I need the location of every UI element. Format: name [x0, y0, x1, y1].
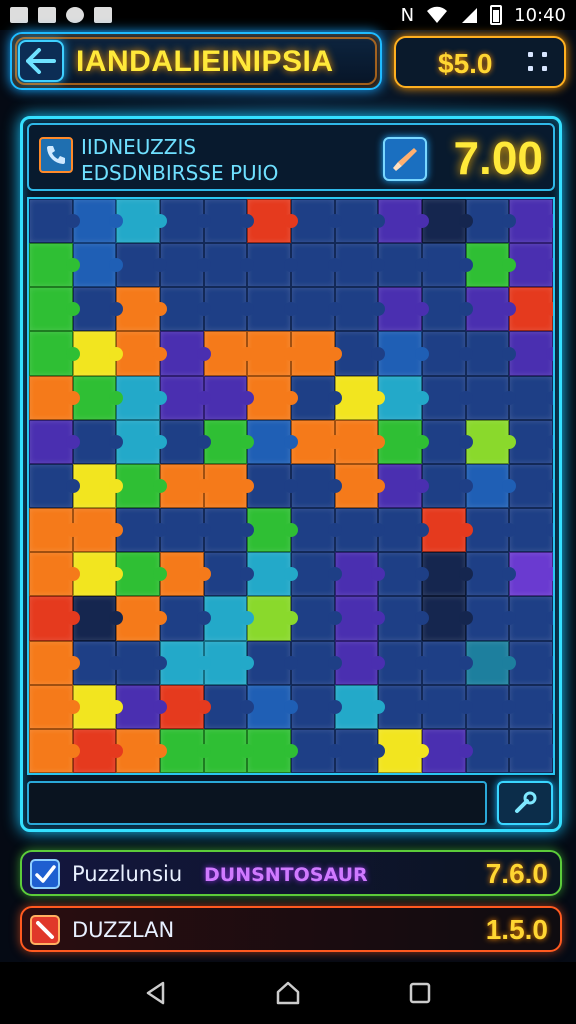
puzzle-piece[interactable] — [29, 287, 80, 332]
wrench-icon — [515, 791, 537, 813]
status-bar: N 10:40 — [0, 0, 576, 30]
puzzle-piece[interactable] — [29, 331, 80, 376]
battery-icon — [490, 5, 503, 25]
puzzle-piece[interactable] — [29, 552, 80, 597]
nav-recents-button[interactable] — [400, 973, 440, 1013]
result-row-1[interactable]: Puzzlunsiu DUNSNTOSAUR 7.6.0 — [20, 850, 562, 896]
grid-dots-icon[interactable] — [528, 52, 550, 74]
coin-amount: $5.0 — [438, 48, 493, 79]
back-triangle-icon — [146, 981, 165, 1005]
notification-icon — [10, 7, 28, 23]
recents-square-icon — [409, 982, 431, 1004]
system-nav-bar — [0, 962, 576, 1024]
top-bar: IANDALIEINIPSIA $5.0 — [10, 32, 566, 90]
title-pill: IANDALIEINIPSIA — [10, 32, 382, 90]
slash-icon — [30, 915, 60, 945]
status-notifications — [10, 7, 112, 23]
puzzle-piece[interactable] — [29, 640, 80, 685]
puzzle-piece[interactable] — [29, 508, 80, 553]
game-screen: IANDALIEINIPSIA $5.0 IIDNEUZZIS EDSDNBIR… — [0, 30, 576, 962]
signal-icon — [462, 8, 478, 23]
wifi-icon — [427, 6, 448, 23]
status-time: 10:40 — [514, 4, 566, 26]
check-icon — [30, 859, 60, 889]
phone-icon[interactable] — [39, 137, 73, 173]
cast-icon — [94, 7, 112, 23]
puzzle-piece[interactable] — [29, 375, 80, 420]
nav-back-button[interactable] — [136, 973, 176, 1013]
nav-home-button[interactable] — [268, 973, 308, 1013]
back-button[interactable] — [18, 40, 64, 82]
home-icon — [276, 981, 300, 1005]
info-title: IIDNEUZZIS — [81, 135, 197, 159]
status-system: N 10:40 — [401, 5, 566, 26]
board-frame: IIDNEUZZIS EDSDNBIRSSE PUIO 7.00 — [20, 116, 562, 832]
tray-tool-button[interactable] — [497, 781, 553, 825]
row-2-label: DUZZLAN — [72, 918, 175, 942]
piece-tray[interactable] — [27, 781, 487, 825]
brush-button[interactable] — [383, 137, 427, 181]
puzzle-piece[interactable] — [29, 684, 80, 729]
puzzle-board[interactable] — [27, 197, 555, 775]
puzzle-piece[interactable] — [29, 419, 80, 464]
coin-counter[interactable]: $5.0 — [394, 36, 566, 88]
puzzle-piece[interactable] — [29, 199, 80, 244]
row-1-value: 7.6.0 — [485, 858, 548, 889]
game-title: IANDALIEINIPSIA — [76, 45, 334, 78]
row-1-label: Puzzlunsiu — [72, 862, 183, 886]
brush-icon — [393, 148, 417, 171]
puzzle-piece[interactable] — [29, 463, 80, 509]
app-icon — [66, 7, 84, 23]
puzzle-piece[interactable] — [29, 596, 80, 641]
result-row-2[interactable]: DUZZLAN 1.5.0 — [20, 906, 562, 952]
nfc-icon: N — [400, 4, 415, 26]
score-display: 7.00 — [453, 132, 543, 184]
row-2-value: 1.5.0 — [485, 914, 548, 945]
image-icon — [38, 7, 56, 23]
puzzle-piece[interactable] — [29, 728, 80, 773]
info-subtitle: EDSDNBIRSSE PUIO — [81, 161, 279, 185]
puzzle-piece[interactable] — [29, 243, 80, 288]
info-panel: IIDNEUZZIS EDSDNBIRSSE PUIO 7.00 — [27, 123, 555, 191]
row-1-sublabel: DUNSNTOSAUR — [204, 864, 368, 886]
arrow-left-icon — [26, 48, 56, 74]
